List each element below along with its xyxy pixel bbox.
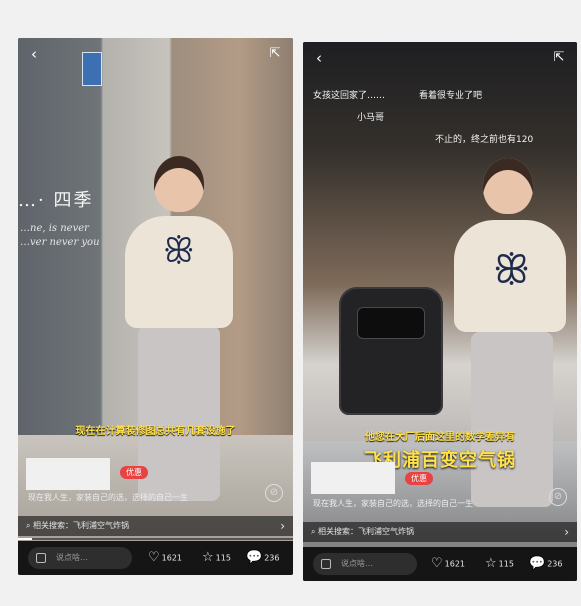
air-fryer-display	[357, 307, 425, 339]
author-info-redacted[interactable]	[26, 458, 110, 490]
chevron-right-icon: ›	[564, 525, 569, 539]
comment-button[interactable]: 💬 236	[529, 555, 562, 574]
bottom-action-bar: 说点啥… ♡ 1621 ☆ 115 💬 236	[303, 547, 577, 581]
favorite-button[interactable]: ☆ 115	[485, 555, 514, 574]
related-search-text: 相关搜索：飞利浦空气炸锅	[33, 521, 130, 530]
edit-icon	[36, 553, 46, 563]
video-caption[interactable]: 现在我人生，家装自己的选，选择的自己一生	[313, 498, 473, 509]
danmaku-comment: 小马哥	[357, 113, 385, 123]
favorite-button[interactable]: ☆ 115	[202, 549, 231, 568]
bow-graphic: ꕥ	[493, 247, 531, 293]
heart-icon: ♡	[148, 550, 160, 565]
danmaku-comment: 女孩这回家了……	[313, 91, 386, 101]
author-info-redacted[interactable]	[311, 462, 395, 494]
related-search-bar[interactable]: ⌕ 相关搜索：飞利浦空气炸锅 ›	[303, 522, 577, 542]
video-subtitle: 他您在大厂后面这里的数学差异有	[365, 432, 515, 443]
fridge-sign-line: …ver never you	[20, 237, 100, 248]
comment-count: 236	[547, 559, 563, 569]
comment-input[interactable]: 说点啥…	[313, 553, 417, 575]
video-caption[interactable]: 现在我人生，家装自己的选，选择的自己一生	[28, 492, 188, 503]
search-icon: ⌕	[26, 521, 34, 530]
mute-icon[interactable]: ⊘	[265, 484, 283, 502]
bow-graphic: ꕥ	[163, 231, 195, 271]
related-search-text: 相关搜索：飞利浦空气炸锅	[318, 527, 415, 536]
video-panel-right[interactable]: ꕥ ‹ ⇱ 女孩这回家了…… 看着很专业了吧 小马哥 不止的，终之前也有120 …	[303, 42, 577, 581]
related-search-bar[interactable]: ⌕ 相关搜索：飞利浦空气炸锅 ›	[18, 516, 293, 536]
back-icon[interactable]: ‹	[26, 46, 42, 62]
comment-count: 236	[264, 553, 280, 563]
comment-button[interactable]: 💬 236	[246, 549, 279, 568]
like-count: 1621	[444, 559, 466, 569]
fridge-sign-text: …· 四季	[18, 190, 94, 211]
star-icon: ☆	[202, 550, 214, 565]
comment-placeholder: 说点啥…	[56, 553, 88, 562]
share-icon[interactable]: ⇱	[551, 50, 567, 66]
promo-badge[interactable]: 优惠	[120, 466, 148, 479]
video-panel-left[interactable]: …· 四季 …ne, is never …ver never you ꕥ ‹ ⇱…	[18, 38, 293, 575]
promo-badge[interactable]: 优惠	[405, 472, 433, 485]
fridge-sign-line: …ne, is never	[20, 223, 89, 234]
like-count: 1621	[161, 553, 183, 563]
person-head	[154, 156, 204, 212]
edit-icon	[321, 559, 331, 569]
bottom-action-bar: 说点啥… ♡ 1621 ☆ 115 💬 236	[18, 541, 293, 575]
speech-bubble-icon: 💬	[246, 550, 263, 565]
energy-label	[82, 52, 102, 86]
person-legs	[138, 326, 220, 501]
person-legs	[471, 332, 553, 507]
air-fryer	[339, 287, 443, 415]
back-icon[interactable]: ‹	[311, 50, 327, 66]
favorite-count: 115	[215, 553, 231, 563]
danmaku-comment: 看着很专业了吧	[419, 91, 483, 101]
video-progress[interactable]	[18, 538, 293, 540]
heart-icon: ♡	[431, 556, 443, 571]
star-icon: ☆	[485, 556, 497, 571]
screenshot-collage: { "left": { "sign_text": "…· 四季", "sign_…	[0, 0, 581, 606]
danmaku-comment: 不止的，终之前也有120	[435, 135, 534, 145]
progress-fill	[18, 538, 32, 540]
comment-placeholder: 说点啥…	[341, 559, 373, 568]
speech-bubble-icon: 💬	[529, 556, 546, 571]
mute-icon[interactable]: ⊘	[549, 488, 567, 506]
like-button[interactable]: ♡ 1621	[431, 555, 465, 574]
comment-input[interactable]: 说点啥…	[28, 547, 132, 569]
video-subtitle: 现在在计算装修图总共有几套设施了	[75, 426, 236, 437]
like-button[interactable]: ♡ 1621	[148, 549, 182, 568]
search-icon: ⌕	[311, 527, 319, 536]
favorite-count: 115	[498, 559, 514, 569]
fridge-sign-subtext: …ne, is never …ver never you	[20, 222, 100, 250]
chevron-right-icon: ›	[280, 519, 285, 533]
person-head	[483, 158, 533, 214]
share-icon[interactable]: ⇱	[267, 46, 283, 62]
